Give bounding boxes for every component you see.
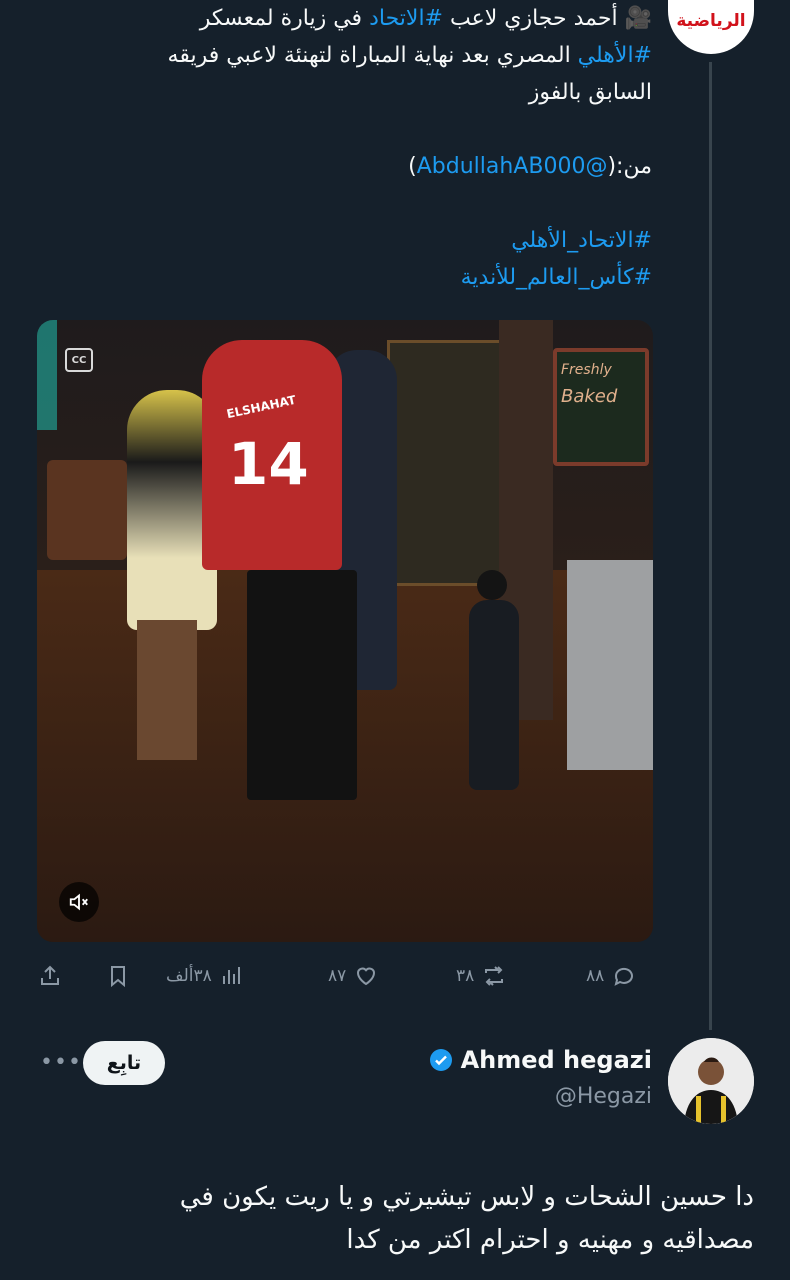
hashtag-club-world-cup[interactable]: #كأس_العالم_للأندية bbox=[461, 265, 652, 290]
replies-count: ٨٨ bbox=[586, 966, 605, 986]
tweet-source-credit: من:(@AbdullahAB000) bbox=[408, 154, 652, 179]
like-button[interactable]: ٨٧ bbox=[328, 956, 378, 996]
retweet-icon bbox=[485, 966, 504, 986]
reply-avatar[interactable] bbox=[668, 1038, 754, 1124]
hashtag-ittihad[interactable]: #الاتحاد bbox=[369, 6, 443, 31]
child-body bbox=[469, 600, 519, 790]
reply-text-line-1: دا حسين الشحات و لابس تيشيرتي و يا ريت ي… bbox=[179, 1182, 754, 1212]
tweet-video[interactable]: Freshly Baked ELSHAHAT 14 CC bbox=[37, 320, 653, 942]
reply-button[interactable]: ٨٨ bbox=[586, 956, 636, 996]
action-bar: ٣٨ألف ٨٧ ٣٨ ٨٨ bbox=[38, 956, 652, 996]
bookmark-button[interactable] bbox=[106, 956, 130, 996]
share-button[interactable] bbox=[38, 956, 62, 996]
follow-button[interactable]: تابِع bbox=[83, 1041, 165, 1085]
child-head bbox=[477, 570, 507, 600]
retweet-button[interactable]: ٣٨ bbox=[456, 956, 506, 996]
source-avatar-logo: الرياضية bbox=[676, 11, 746, 31]
bakery-sign: Freshly Baked bbox=[553, 348, 649, 466]
window bbox=[387, 340, 513, 586]
more-options-button[interactable]: ••• bbox=[40, 1050, 81, 1075]
mention-link[interactable]: @AbdullahAB000 bbox=[417, 154, 608, 179]
video-camera-icon: 🎥 bbox=[624, 6, 652, 31]
reply-text-line-2: مصداقيه و مهنيه و احترام اكتر من كدا bbox=[346, 1225, 754, 1255]
chair bbox=[47, 460, 127, 560]
speaker-muted-icon bbox=[69, 893, 88, 911]
source-avatar[interactable]: الرياضية bbox=[668, 0, 754, 54]
reply-author[interactable]: Ahmed hegazi bbox=[429, 1046, 652, 1074]
bookmark-icon bbox=[111, 966, 125, 988]
reply-text: دا حسين الشحات و لابس تيشيرتي و يا ريت ي… bbox=[54, 1176, 754, 1262]
thread-line bbox=[709, 62, 712, 1030]
person-red-jersey: ELSHAHAT 14 bbox=[202, 340, 342, 570]
closed-captions-icon[interactable]: CC bbox=[65, 348, 93, 372]
person-legs bbox=[137, 620, 197, 760]
hashtag-ahly[interactable]: #الأهلي bbox=[578, 43, 652, 68]
player-photo bbox=[668, 1038, 754, 1124]
teal-light bbox=[37, 320, 57, 430]
retweets-count: ٣٨ bbox=[456, 966, 475, 986]
counter bbox=[567, 560, 653, 770]
hashtag-ittihad-ahly[interactable]: #الاتحاد_الأهلي bbox=[511, 228, 652, 253]
reply-bubble-icon bbox=[614, 967, 634, 986]
views-button[interactable]: ٣٨ألف bbox=[166, 956, 244, 996]
reply-author-handle[interactable]: @Hegazi bbox=[555, 1084, 652, 1109]
views-chart-icon bbox=[222, 967, 240, 984]
likes-count: ٨٧ bbox=[328, 966, 347, 986]
heart-icon bbox=[357, 967, 376, 986]
tweet-line-3: السابق بالفوز bbox=[528, 80, 652, 105]
views-count: ٣٨ألف bbox=[166, 966, 212, 986]
tweet-text: 🎥 أحمد حجازي لاعب #الاتحاد في زيارة لمعس… bbox=[32, 0, 652, 296]
mute-button[interactable] bbox=[59, 882, 99, 922]
person-dark-pants bbox=[247, 570, 357, 800]
tweet-line-2: #الأهلي المصري بعد نهاية المباراة لتهنئة… bbox=[167, 43, 652, 68]
reply-author-name: Ahmed hegazi bbox=[460, 1046, 652, 1074]
tweet-line-1: 🎥 أحمد حجازي لاعب #الاتحاد في زيارة لمعس… bbox=[199, 6, 652, 31]
verified-badge-icon bbox=[429, 1049, 452, 1071]
share-icon bbox=[41, 965, 59, 985]
